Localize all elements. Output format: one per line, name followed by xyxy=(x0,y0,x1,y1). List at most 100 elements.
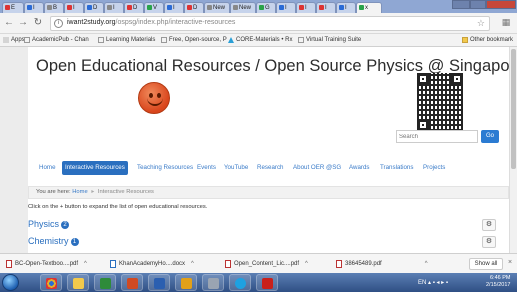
section-title[interactable]: Physics 2 xyxy=(28,219,70,229)
tab-label: I xyxy=(285,5,287,11)
tab-favicon-icon xyxy=(207,4,212,10)
download-filename: Open_Content_Lic....pdf xyxy=(234,261,300,267)
tab-label: I xyxy=(33,5,35,11)
nav-home[interactable]: Home xyxy=(36,161,59,175)
browser-tab[interactable]: B xyxy=(44,2,64,13)
browser-tab[interactable]: New xyxy=(230,2,256,13)
start-button-icon[interactable] xyxy=(2,274,19,291)
tab-favicon-icon xyxy=(359,4,364,10)
bookmark-label: Other bookmark xyxy=(470,37,514,43)
taskbar-powerpoint-icon[interactable] xyxy=(121,274,143,291)
taskbar-chrome-icon[interactable] xyxy=(40,274,62,291)
system-tray[interactable]: EN ▴ ▪ ◂ ▸ ▪ xyxy=(418,279,448,286)
page-content: Open Educational Resources / Open Source… xyxy=(28,47,517,253)
browser-tab[interactable]: I xyxy=(24,2,44,13)
browser-tab[interactable]: G xyxy=(256,2,276,13)
browser-tab[interactable]: I xyxy=(336,2,356,13)
browser-tab[interactable]: I xyxy=(164,2,184,13)
taskbar-word-icon[interactable] xyxy=(148,274,170,291)
browser-tab[interactable]: D xyxy=(184,2,204,13)
taskbar-excel-icon[interactable] xyxy=(94,274,116,291)
scrollbar-thumb[interactable] xyxy=(511,49,516,169)
browser-tab[interactable]: I xyxy=(104,2,124,13)
chevron-up-icon[interactable]: ^ xyxy=(191,258,194,270)
tab-close-icon[interactable]: x xyxy=(365,5,368,11)
pdf-file-icon xyxy=(336,260,342,268)
windows-taskbar: EN ▴ ▪ ◂ ▸ ▪ 6:46 PM 2/15/2017 xyxy=(0,273,517,292)
chevron-up-icon[interactable]: ^ xyxy=(305,258,308,270)
browser-tab[interactable]: I xyxy=(316,2,336,13)
chevron-up-icon[interactable]: ^ xyxy=(425,258,428,270)
tab-label: D xyxy=(133,5,138,11)
bookmark-label: AcademicPub - Chan xyxy=(32,37,89,43)
maximize-button[interactable] xyxy=(470,0,486,9)
nav-research[interactable]: Research xyxy=(254,161,286,175)
download-item[interactable]: Open_Content_Lic....pdf ^ xyxy=(225,258,308,270)
url-text[interactable]: iwant2study.org/ospsg/index.php/interact… xyxy=(67,19,235,26)
chevron-up-icon[interactable]: ^ xyxy=(84,258,87,270)
browser-tab[interactable]: I xyxy=(64,2,84,13)
qr-code-icon xyxy=(417,73,463,131)
browser-tab[interactable]: V xyxy=(144,2,164,13)
taskbar-skype-icon[interactable] xyxy=(229,274,251,291)
tab-label: V xyxy=(153,5,158,11)
search-input[interactable] xyxy=(396,130,478,143)
close-window-button[interactable] xyxy=(486,0,516,9)
nav-projects[interactable]: Projects xyxy=(420,161,448,175)
browser-tab-active[interactable]: x xyxy=(356,2,382,13)
browser-tab[interactable]: E xyxy=(2,2,24,13)
bookmark-item[interactable]: Virtual Training Suite xyxy=(298,37,361,43)
forward-arrow-icon[interactable]: → xyxy=(17,17,29,29)
taskbar-explorer-icon[interactable] xyxy=(67,274,89,291)
browser-tab[interactable]: New xyxy=(204,2,230,13)
nav-translations[interactable]: Translations xyxy=(377,161,416,175)
back-arrow-icon[interactable]: ← xyxy=(3,17,15,29)
bookmark-star-icon[interactable]: ☆ xyxy=(477,18,485,29)
download-item[interactable]: BC-Open-Textboo....pdf ^ xyxy=(6,258,87,270)
taskbar-app-icon[interactable] xyxy=(202,274,224,291)
page-scrollbar[interactable] xyxy=(509,47,517,253)
page-icon xyxy=(24,37,30,43)
bookmark-item[interactable]: Free, Open-source, P xyxy=(161,37,227,43)
browser-tab[interactable]: D xyxy=(84,2,104,13)
nav-awards[interactable]: Awards xyxy=(346,161,373,175)
reload-icon[interactable]: ↻ xyxy=(32,17,44,29)
bookmark-apps[interactable]: Apps xyxy=(3,37,25,43)
smiley-logo-icon xyxy=(138,82,170,114)
extension-icon[interactable]: ▦ xyxy=(500,17,512,29)
tab-label: New xyxy=(213,5,226,11)
url-path: /ospsg/index.php/interactive-resources xyxy=(115,19,236,26)
close-shelf-icon[interactable]: × xyxy=(508,259,512,266)
browser-tab[interactable]: I xyxy=(276,2,296,13)
language-indicator[interactable]: EN xyxy=(418,280,426,286)
taskbar-outlook-icon[interactable] xyxy=(175,274,197,291)
go-button[interactable]: Go xyxy=(481,130,499,143)
gear-icon[interactable]: ⚙ xyxy=(482,219,496,231)
breadcrumb-separator-icon: ▸ xyxy=(91,189,95,195)
nav-about[interactable]: About OER @SG xyxy=(290,161,344,175)
apps-grid-icon xyxy=(3,37,9,43)
bookmark-item[interactable]: CORE-Materials • Rx xyxy=(228,37,292,43)
browser-tab[interactable]: D xyxy=(124,2,144,13)
info-icon[interactable]: i xyxy=(54,19,63,28)
browser-tab[interactable]: I xyxy=(296,2,316,13)
nav-events[interactable]: Events xyxy=(194,161,219,175)
taskbar-acrobat-icon[interactable] xyxy=(256,274,278,291)
minimize-button[interactable] xyxy=(452,0,470,9)
bookmark-other[interactable]: Other bookmark xyxy=(462,37,513,43)
tab-favicon-icon xyxy=(233,4,238,10)
clock[interactable]: 6:46 PM 2/15/2017 xyxy=(486,275,510,289)
bookmark-item[interactable]: Learning Materials xyxy=(98,37,155,43)
tab-label: I xyxy=(345,5,347,11)
nav-youtube[interactable]: YouTube xyxy=(221,161,251,175)
nav-interactive-resources[interactable]: Interactive Resources xyxy=(62,161,128,175)
bookmark-item[interactable]: AcademicPub - Chan xyxy=(24,37,89,43)
breadcrumb-home-link[interactable]: Home xyxy=(72,189,87,195)
gear-icon[interactable]: ⚙ xyxy=(482,236,496,248)
show-all-downloads-button[interactable]: Show all xyxy=(469,258,503,270)
nav-teaching-resources[interactable]: Teaching Resources xyxy=(134,161,196,175)
section-title[interactable]: Chemistry 1 xyxy=(28,236,79,246)
download-item[interactable]: 38645489.pdf ^ xyxy=(336,258,428,270)
address-bar[interactable]: i iwant2study.org/ospsg/index.php/intera… xyxy=(50,16,490,31)
download-item[interactable]: KhanAcademyHo....docx ^ xyxy=(110,258,194,270)
